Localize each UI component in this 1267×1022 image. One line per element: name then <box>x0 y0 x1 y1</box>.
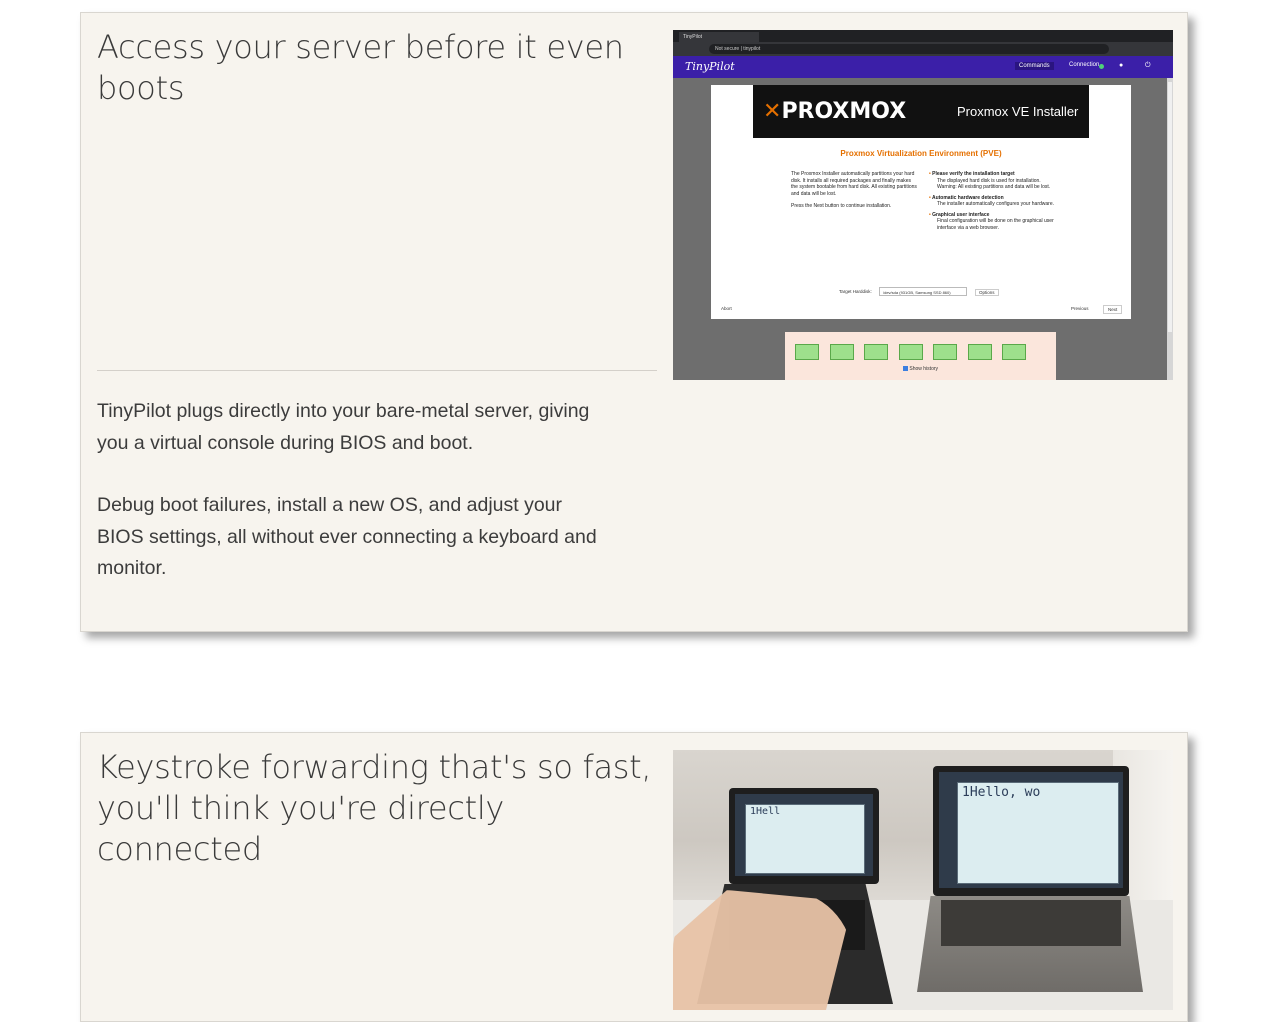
browser-tab: TinyPilot <box>679 32 759 42</box>
left-laptop-screen: 1Hell <box>729 788 879 884</box>
proxmox-banner: ✕PROXMOX Proxmox VE Installer <box>753 85 1089 138</box>
right-laptop-screen: 1Hello, wo <box>933 766 1129 896</box>
history-thumb <box>864 344 888 360</box>
abort-button: Abort <box>721 306 732 311</box>
right-laptop-keyboard <box>941 900 1121 946</box>
screenshot-history: Show history <box>785 332 1056 380</box>
right-text-editor: 1Hello, wo <box>957 782 1119 884</box>
previous-button: Previous <box>1071 306 1089 311</box>
section-paragraph: Debug boot failures, install a new OS, a… <box>97 494 597 579</box>
installer-title: Proxmox VE Installer <box>957 104 1079 119</box>
menu-connection: Connection <box>1069 62 1100 68</box>
scrollbar <box>1167 78 1173 380</box>
history-label: Show history <box>903 366 938 372</box>
feature-card-boot: Access your server before it even boots … <box>80 12 1188 632</box>
feature-card-keystroke: Keystroke forwarding that's so fast, you… <box>80 732 1188 1022</box>
power-icon: ⏻ <box>1145 62 1151 69</box>
installer-heading: Proxmox Virtualization Environment (PVE) <box>840 149 1002 158</box>
history-thumb <box>968 344 992 360</box>
history-thumb <box>795 344 819 360</box>
menu-commands: Commands <box>1015 62 1054 70</box>
github-icon: ● <box>1119 62 1124 69</box>
history-thumb <box>1002 344 1026 360</box>
tinypilot-menubar: TinyPilot Commands Connection ● ⏻ <box>673 56 1173 78</box>
section-heading: Access your server before it even boots <box>97 28 624 107</box>
tinypilot-screenshot: TinyPilot Not secure | tinypilot TinyPil… <box>673 30 1173 380</box>
section-paragraph: TinyPilot plugs directly into your bare-… <box>97 400 590 454</box>
left-text-editor: 1Hell <box>745 804 865 874</box>
target-select: /dev/sda (931GB, Samsung SSD 860) <box>879 287 967 296</box>
connection-status-dot <box>1099 64 1104 69</box>
installer-right-text: • Please verify the installation target … <box>929 171 1054 231</box>
browser-toolbar: Not secure | tinypilot <box>673 42 1173 56</box>
right-typed-text: 1Hello, wo <box>962 785 1041 800</box>
history-thumb <box>830 344 854 360</box>
section-divider <box>97 370 657 371</box>
laptops-photo: 1Hell 1Hello, wo <box>673 750 1173 1010</box>
address-bar: Not secure | tinypilot <box>709 44 1109 54</box>
section-heading: Keystroke forwarding that's so fast, you… <box>97 748 652 868</box>
browser-tab-strip: TinyPilot <box>673 30 1173 42</box>
left-typed-text: 1Hell <box>750 806 781 817</box>
options-button: Options <box>975 289 999 296</box>
history-thumb <box>933 344 957 360</box>
history-thumb <box>899 344 923 360</box>
tinypilot-logo: TinyPilot <box>685 60 735 73</box>
next-button: Next <box>1103 305 1123 314</box>
proxmox-installer: ✕PROXMOX Proxmox VE Installer Proxmox Vi… <box>711 85 1131 319</box>
installer-left-text: The Proxmox Installer automatically part… <box>791 171 917 209</box>
proxmox-logo: ✕PROXMOX <box>763 99 907 124</box>
target-label: Target Harddisk: <box>839 289 872 294</box>
